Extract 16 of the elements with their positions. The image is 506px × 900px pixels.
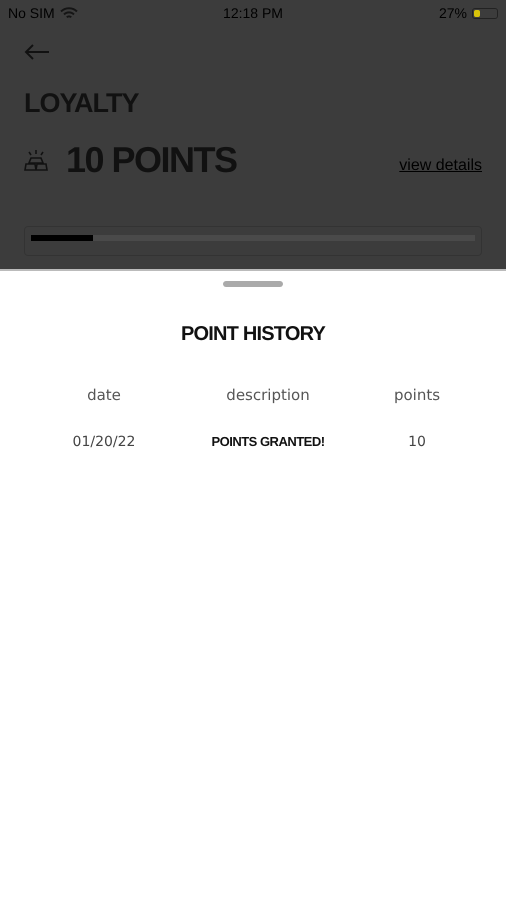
table-cell-text: POINTS GRANTED! (210, 434, 326, 450)
bars-stack-icon (24, 149, 48, 171)
wifi-icon (60, 6, 78, 20)
battery-icon (472, 8, 498, 18)
table-cell-text: 10 (407, 434, 427, 450)
view-details-link[interactable]: view details (399, 157, 482, 175)
table-cell-text: 01/20/22 (72, 434, 136, 450)
column-header: date (86, 386, 122, 406)
carrier-text: No SIM (8, 5, 55, 21)
column-header: points (392, 386, 442, 406)
drag-handle[interactable] (223, 281, 283, 287)
column-header: description (225, 386, 311, 406)
back-arrow-icon[interactable] (24, 44, 50, 60)
battery-text: 27% (438, 5, 467, 21)
sheet-title: POINT HISTORY (180, 323, 326, 346)
clock-text: 12:18 PM (223, 5, 283, 21)
